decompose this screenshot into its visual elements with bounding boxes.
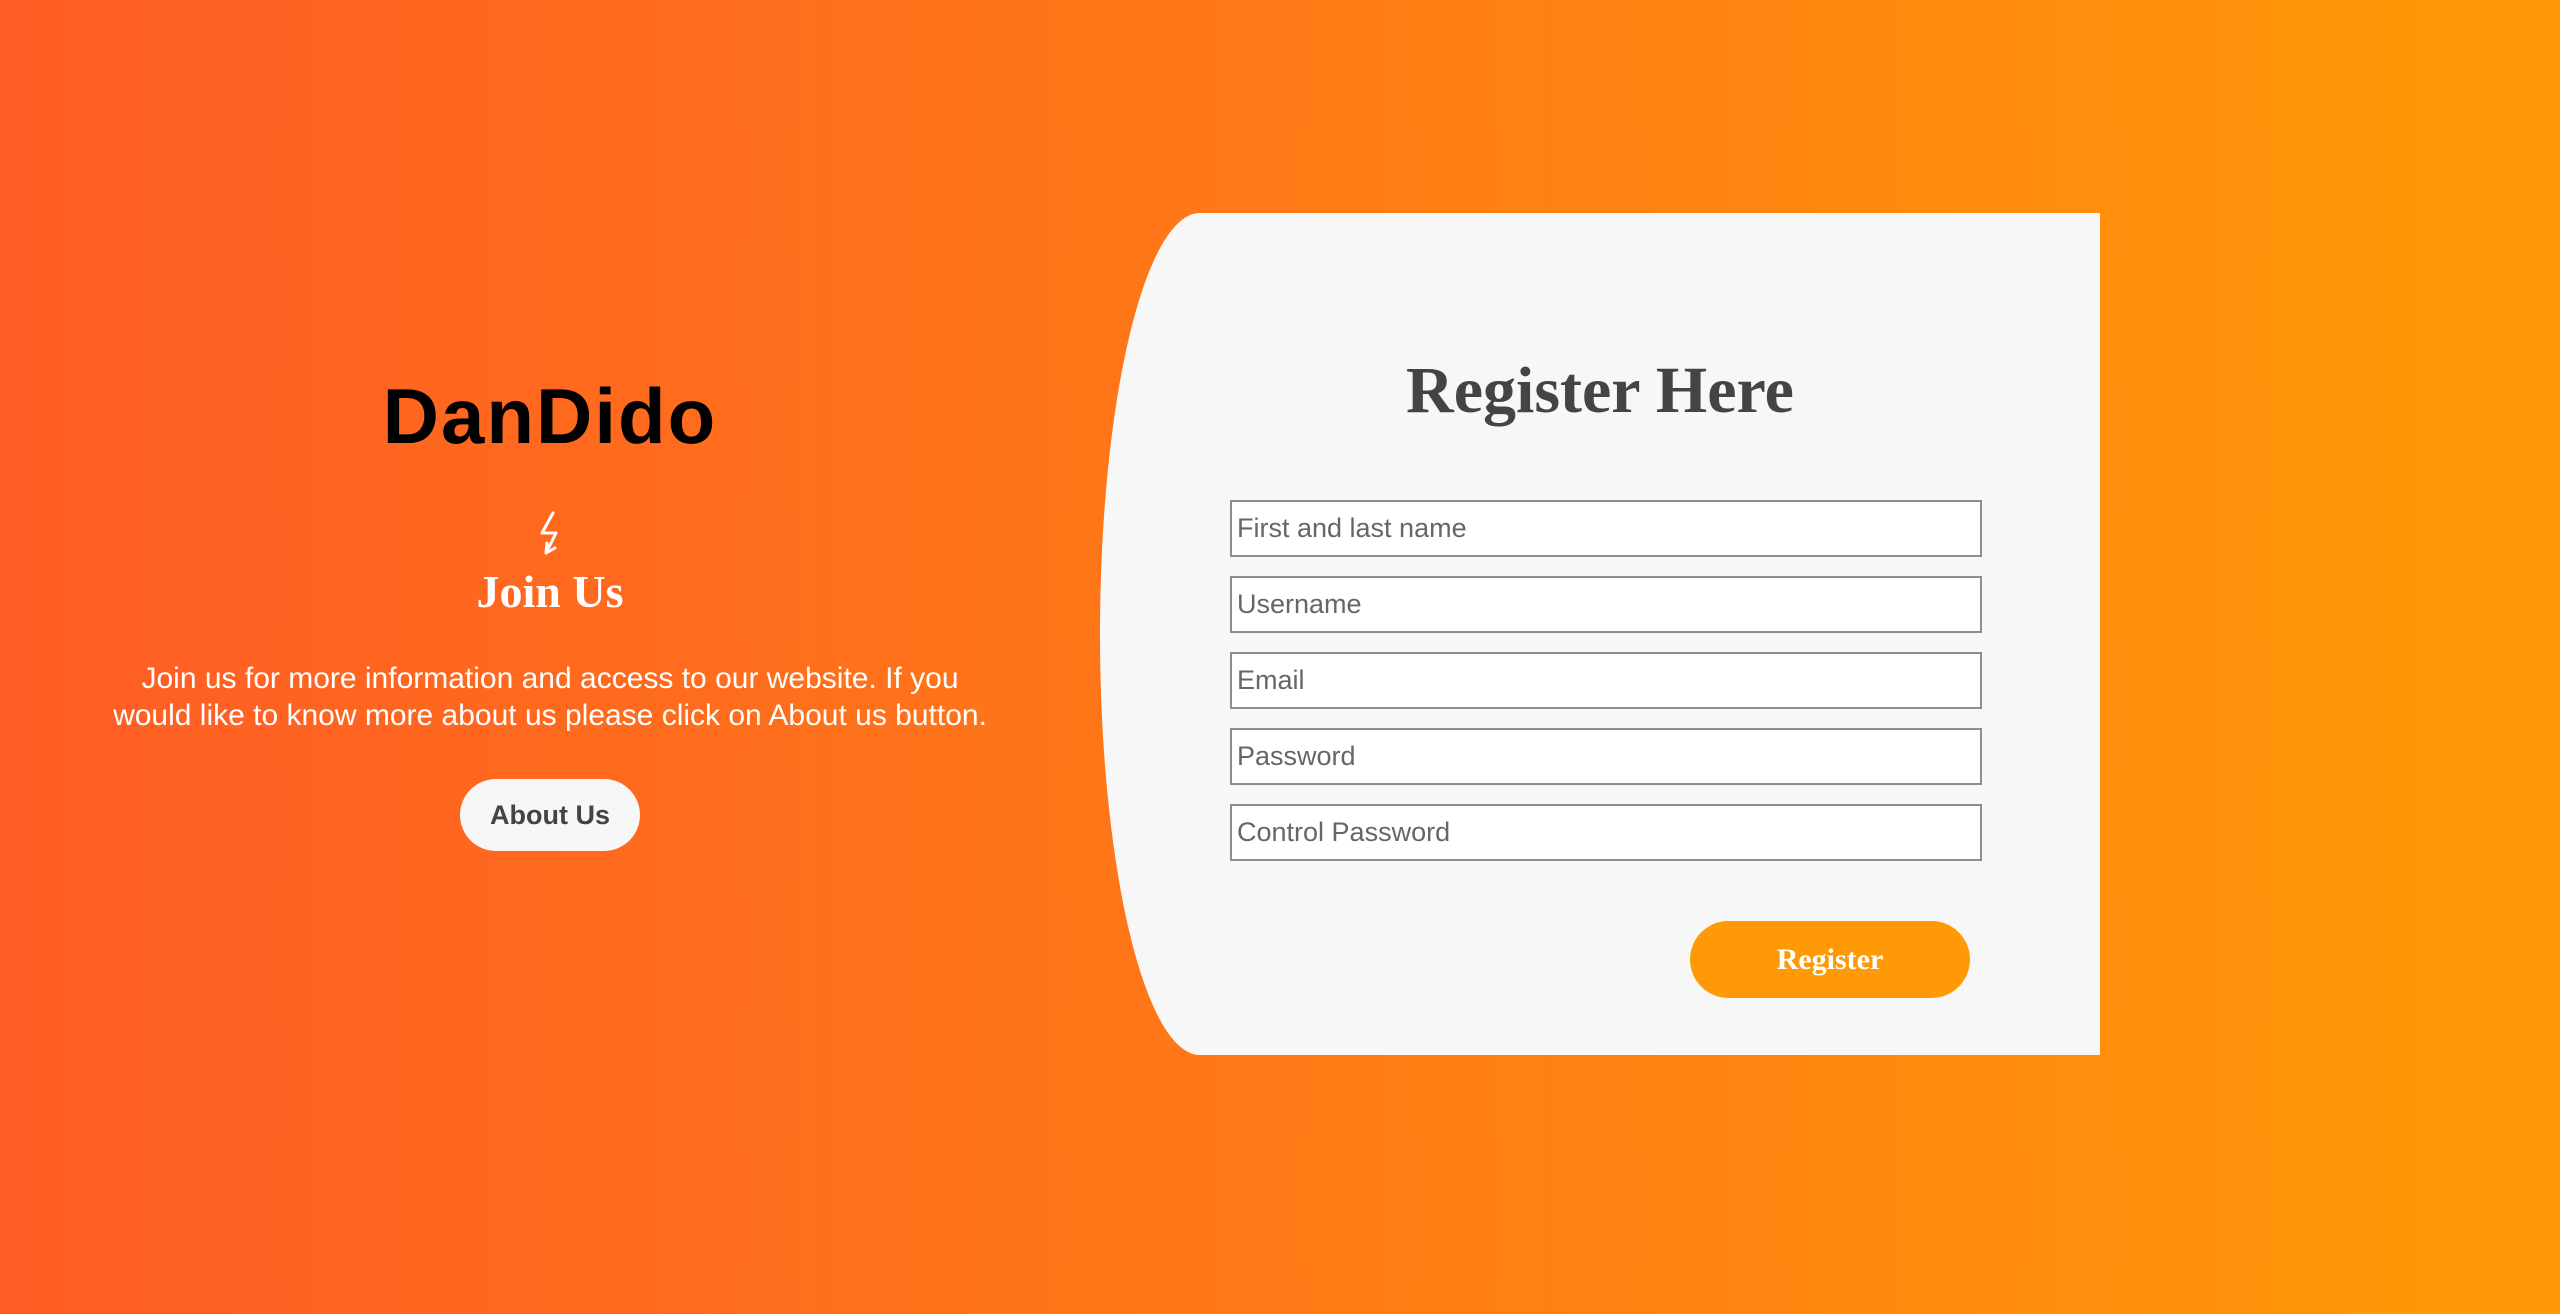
about-us-button[interactable]: About Us (460, 779, 640, 851)
join-section: DanDido Join Us Join us for more informa… (100, 370, 1000, 851)
register-button[interactable]: Register (1690, 921, 1970, 998)
password-input[interactable] (1230, 728, 1982, 785)
register-form (1230, 500, 1982, 880)
lightning-bolt-icon (540, 511, 558, 555)
brand-title: DanDido (382, 372, 718, 460)
join-title: Join Us (476, 566, 624, 617)
confirm-password-input[interactable] (1230, 804, 1982, 861)
join-description: Join us for more information and access … (113, 662, 987, 732)
register-title: Register Here (1406, 354, 1794, 427)
register-panel: Register Here Register (1100, 213, 2100, 1055)
username-input[interactable] (1230, 576, 1982, 633)
full-name-input[interactable] (1230, 500, 1982, 557)
email-input[interactable] (1230, 652, 1982, 709)
